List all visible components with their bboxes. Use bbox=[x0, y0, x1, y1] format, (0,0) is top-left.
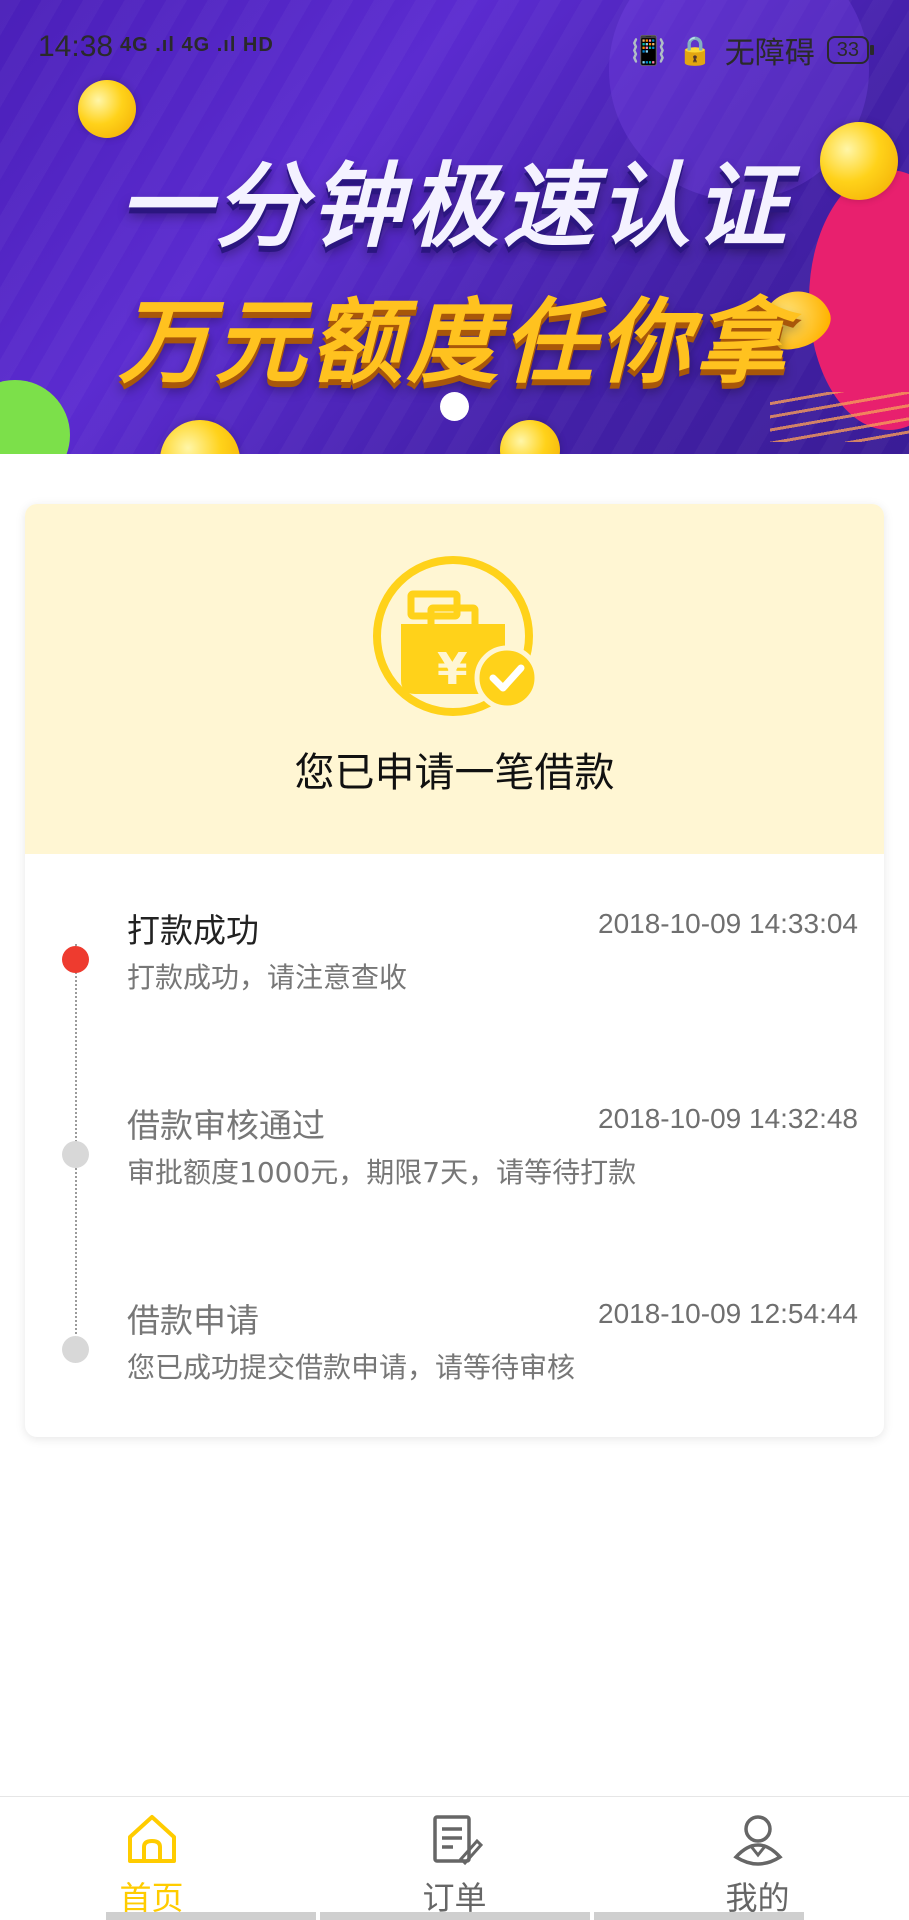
loan-timeline: 打款成功 2018-10-09 14:33:04 打款成功，请注意查收 借款审核… bbox=[25, 854, 884, 1437]
timeline-dot-active bbox=[62, 946, 89, 973]
timeline-dot bbox=[62, 1141, 89, 1168]
app-screen: 一分钟极速认证 万元额度任你拿 14:38 4G .ıl 4G .ıl HD 📳… bbox=[0, 0, 909, 1920]
vibrate-icon: 📳 bbox=[631, 34, 666, 66]
wallet-check-icon: ¥ bbox=[373, 556, 539, 716]
gesture-bar bbox=[594, 1912, 804, 1920]
status-right-group: 📳 🔒 无障碍 33 bbox=[631, 28, 875, 72]
battery-icon: 33 bbox=[826, 36, 875, 64]
timeline-item-desc: 审批额度1000元，期限7天，请等待打款 bbox=[127, 1156, 637, 1189]
timeline-item-desc: 您已成功提交借款申请，请等待审核 bbox=[127, 1351, 576, 1384]
timeline-item: 借款审核通过 2018-10-09 14:32:48 审批额度1000元，期限7… bbox=[25, 1099, 884, 1219]
signal-icon: 4G .ıl 4G .ıl HD bbox=[120, 34, 274, 56]
bottom-nav: 首页 订单 我的 bbox=[0, 1796, 909, 1920]
timeline-item-title: 借款审核通过 bbox=[127, 1106, 325, 1145]
gesture-bar bbox=[320, 1912, 590, 1920]
user-icon bbox=[733, 1815, 783, 1866]
lock-rotation-icon: 🔒 bbox=[677, 34, 713, 66]
nav-mine[interactable]: 我的 bbox=[606, 1797, 909, 1920]
timeline-item: 借款申请 2018-10-09 12:54:44 您已成功提交借款申请，请等待审… bbox=[25, 1294, 884, 1414]
timeline-item-title: 打款成功 bbox=[127, 911, 259, 950]
status-time: 14:38 bbox=[38, 30, 114, 63]
timeline-item-time: 2018-10-09 12:54:44 bbox=[598, 1298, 858, 1329]
timeline-item-title: 借款申请 bbox=[127, 1301, 259, 1340]
banner-headline-1: 一分钟极速认证 bbox=[118, 153, 791, 260]
timeline-item-time: 2018-10-09 14:32:48 bbox=[598, 1103, 858, 1134]
loan-status-card: ¥ 您已申请一笔借款 打款成功 2018-10-09 14:33:04 打款成功… bbox=[25, 504, 884, 1437]
timeline-dot bbox=[62, 1336, 89, 1363]
timeline-item-desc: 打款成功，请注意查收 bbox=[127, 961, 408, 994]
card-header: ¥ 您已申请一笔借款 bbox=[25, 504, 884, 854]
timeline-item-time: 2018-10-09 14:33:04 bbox=[598, 908, 858, 939]
nav-home[interactable]: 首页 bbox=[0, 1797, 303, 1920]
order-list-icon bbox=[433, 1815, 483, 1866]
banner-headline-2: 万元额度任你拿 bbox=[118, 289, 791, 396]
carousel-dot-indicator[interactable] bbox=[440, 392, 469, 421]
accessibility-label: 无障碍 bbox=[724, 37, 815, 70]
home-icon bbox=[128, 1815, 176, 1863]
card-title: 您已申请一笔借款 bbox=[294, 750, 615, 796]
gesture-bar bbox=[106, 1912, 316, 1920]
timeline-item: 打款成功 2018-10-09 14:33:04 打款成功，请注意查收 bbox=[25, 904, 884, 1024]
status-bar: 14:38 4G .ıl 4G .ıl HD 📳 🔒 无障碍 33 bbox=[0, 0, 909, 92]
nav-orders[interactable]: 订单 bbox=[303, 1797, 606, 1920]
svg-text:¥: ¥ bbox=[437, 644, 468, 695]
